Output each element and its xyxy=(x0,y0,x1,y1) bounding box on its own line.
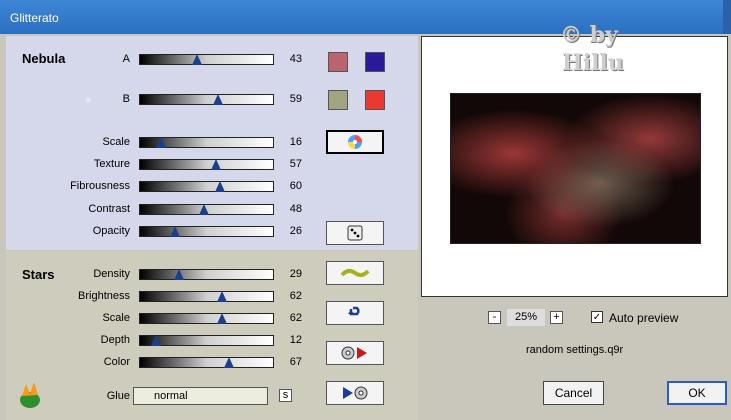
play-disc-icon xyxy=(343,386,368,400)
slider-value-contrast: 48 xyxy=(289,203,302,215)
close-button[interactable] xyxy=(723,0,731,34)
slider-label-contrast: Contrast xyxy=(88,203,130,215)
slider-value-star-scale: 62 xyxy=(289,312,302,324)
slider-thumb[interactable] xyxy=(224,357,235,368)
slider-thumb[interactable] xyxy=(173,269,184,280)
slider-thumb[interactable] xyxy=(217,313,228,324)
slider-fibrousness[interactable] xyxy=(139,181,274,192)
slider-b[interactable] xyxy=(139,94,274,105)
slider-a[interactable] xyxy=(139,54,274,65)
slider-value-density: 29 xyxy=(289,268,302,280)
auto-preview-label: Auto preview xyxy=(609,311,679,325)
slider-thumb[interactable] xyxy=(156,137,167,148)
dice-icon xyxy=(347,225,363,241)
wave-button[interactable] xyxy=(326,261,384,285)
slider-label-scale: Scale xyxy=(102,136,130,148)
slider-label-b: B xyxy=(122,93,130,105)
slider-thumb[interactable] xyxy=(210,159,221,170)
slider-thumb[interactable] xyxy=(169,226,180,237)
slider-value-b: 59 xyxy=(289,93,302,105)
slider-opacity[interactable] xyxy=(139,226,274,237)
zoom-in-button[interactable]: + xyxy=(550,311,563,324)
slider-color[interactable] xyxy=(139,357,274,368)
slider-label-texture: Texture xyxy=(93,158,130,170)
slider-label-depth: Depth xyxy=(100,334,130,346)
slider-label-fibrousness: Fibrousness xyxy=(70,180,130,192)
color-swatch-b1[interactable] xyxy=(328,90,348,110)
slider-value-opacity: 26 xyxy=(289,225,302,237)
slider-depth[interactable] xyxy=(139,335,274,346)
undo-button[interactable] xyxy=(326,301,384,325)
slider-thumb[interactable] xyxy=(198,204,209,215)
slider-contrast[interactable] xyxy=(139,204,274,215)
wave-icon xyxy=(340,268,370,278)
slider-value-texture: 57 xyxy=(289,158,302,170)
color-swatch-a2[interactable] xyxy=(365,52,385,72)
slider-value-color: 67 xyxy=(289,356,302,368)
slider-texture[interactable] xyxy=(139,159,274,170)
slider-scale[interactable] xyxy=(139,137,274,148)
slider-label-opacity: Opacity xyxy=(92,225,130,237)
color-wheel-icon xyxy=(348,135,362,149)
slider-star-scale[interactable] xyxy=(139,313,274,324)
zoom-out-button[interactable]: - xyxy=(488,311,501,324)
slider-value-brightness: 62 xyxy=(289,290,302,302)
slider-label-brightness: Brightness xyxy=(78,290,130,302)
color-swatch-b2[interactable] xyxy=(365,90,385,110)
glue-select[interactable]: normal xyxy=(133,387,268,405)
cancel-button[interactable]: Cancel xyxy=(543,381,604,405)
slider-value-scale: 16 xyxy=(289,136,302,148)
nebula-preview-image xyxy=(450,93,701,244)
slider-label-color: Color xyxy=(103,356,130,368)
load-preset-button[interactable] xyxy=(326,341,384,365)
slider-density[interactable] xyxy=(139,269,274,280)
slider-brightness[interactable] xyxy=(139,291,274,302)
slider-value-a: 43 xyxy=(289,53,302,65)
slider-label-star-scale: Scale xyxy=(102,312,130,324)
slider-value-fibrousness: 60 xyxy=(289,180,302,192)
settings-filename: random settings.q9r xyxy=(526,344,624,356)
title-bar: Glitterato xyxy=(0,0,731,34)
random-dice-button[interactable] xyxy=(326,221,384,245)
undo-arrow-icon xyxy=(348,306,360,316)
slider-label-density: Density xyxy=(93,268,130,280)
ok-button[interactable]: OK xyxy=(667,381,727,405)
watermark-line-2: Hillu xyxy=(562,50,624,76)
color-wheel-button[interactable] xyxy=(326,130,384,154)
slider-thumb[interactable] xyxy=(192,54,203,65)
slider-thumb[interactable] xyxy=(213,94,224,105)
slider-thumb[interactable] xyxy=(150,335,161,346)
slider-thumb[interactable] xyxy=(217,291,228,302)
slider-label-a: A xyxy=(122,53,130,65)
window-title: Glitterato xyxy=(10,11,59,25)
watermark-line-1: © by xyxy=(560,22,618,48)
slider-value-depth: 12 xyxy=(289,334,302,346)
zoom-level: 25% xyxy=(507,309,545,326)
slider-thumb[interactable] xyxy=(214,181,225,192)
glue-stepper[interactable]: s xyxy=(279,389,292,402)
glue-label: Glue xyxy=(106,390,130,402)
auto-preview-checkbox[interactable]: ✓ xyxy=(591,311,603,323)
save-preset-button[interactable] xyxy=(326,381,384,405)
disc-play-icon xyxy=(341,346,367,360)
color-swatch-a1[interactable] xyxy=(328,52,348,72)
